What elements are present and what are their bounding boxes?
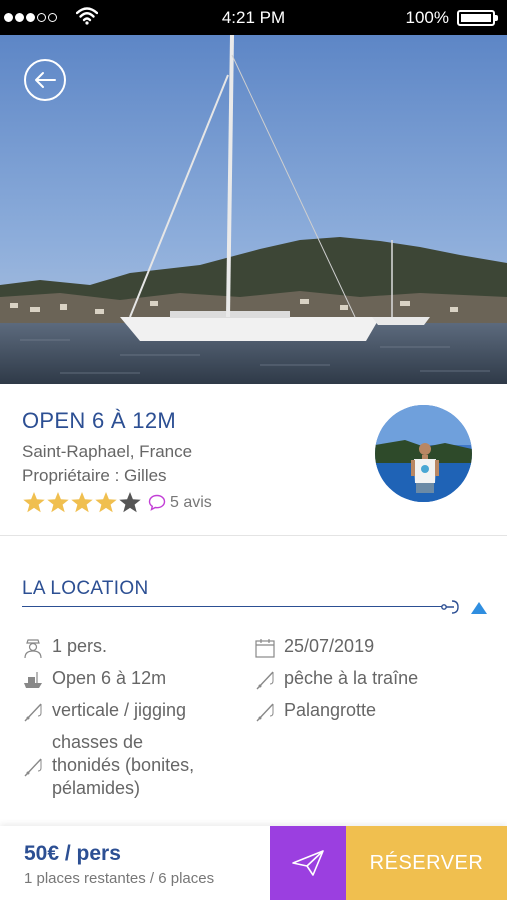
star-filled-icon bbox=[47, 492, 69, 513]
technique-tuna-line1: chasses de bbox=[52, 732, 144, 752]
detail-technique-trolling: pêche à la traîne bbox=[254, 667, 418, 691]
technique-palangrotte: Palangrotte bbox=[284, 700, 377, 720]
battery-icon bbox=[457, 10, 498, 26]
sailboat-photo bbox=[0, 35, 507, 384]
fishing-rod-icon bbox=[256, 703, 274, 722]
date-value: 25/07/2019 bbox=[284, 636, 375, 656]
star-filled-icon bbox=[23, 492, 45, 513]
reserve-button[interactable]: RÉSERVER bbox=[346, 826, 507, 900]
owner-photo bbox=[375, 405, 472, 502]
hero-photo bbox=[0, 35, 507, 384]
detail-technique-jigging: verticale / jigging bbox=[22, 699, 186, 723]
triangle-up-icon bbox=[471, 602, 487, 614]
section-title: LA LOCATION bbox=[22, 578, 149, 599]
detail-persons: 1 pers. bbox=[22, 635, 107, 659]
detail-technique-palangrotte: Palangrotte bbox=[254, 699, 376, 723]
technique-jigging: verticale / jigging bbox=[52, 700, 187, 720]
arrow-left-icon bbox=[35, 72, 56, 88]
back-button[interactable] bbox=[24, 59, 66, 101]
detail-technique-tuna: chasses de thonidés (bonites, pélamides) bbox=[22, 731, 194, 800]
listing-location: Saint-Raphael, France bbox=[22, 442, 193, 461]
status-bar: 4:21 PM 100% bbox=[0, 0, 507, 35]
reviews-link[interactable]: 5 avis bbox=[148, 494, 212, 512]
boat-value: Open 6 à 12m bbox=[52, 668, 167, 688]
star-empty-icon bbox=[119, 492, 141, 513]
reviews-count: 5 avis bbox=[170, 493, 212, 511]
detail-date: 25/07/2019 bbox=[254, 635, 374, 659]
paper-plane-icon bbox=[292, 850, 324, 876]
calendar-icon bbox=[255, 639, 275, 658]
battery-percentage: 100% bbox=[405, 8, 449, 27]
location-section-toggle[interactable]: LA LOCATION bbox=[22, 578, 492, 618]
technique-trolling: pêche à la traîne bbox=[284, 668, 419, 688]
booking-bar: 50€ / pers 1 places restantes / 6 places… bbox=[0, 826, 507, 900]
listing-owner: Propriétaire : Gilles bbox=[22, 466, 167, 485]
sailor-icon bbox=[24, 639, 42, 659]
price-per-person: 50€ / pers bbox=[24, 842, 121, 865]
owner-avatar[interactable] bbox=[375, 405, 472, 502]
technique-tuna-line3: pélamides) bbox=[52, 778, 141, 798]
places-remaining: 1 places restantes / 6 places bbox=[24, 870, 215, 887]
rating-stars: 5 avis bbox=[22, 491, 212, 514]
listing-info: OPEN 6 À 12M Saint-Raphael, France Propr… bbox=[0, 384, 507, 536]
fishing-hook-icon bbox=[441, 600, 459, 614]
speech-bubble-icon bbox=[148, 494, 166, 511]
fishing-rod-icon bbox=[24, 758, 42, 776]
detail-boat: Open 6 à 12m bbox=[22, 667, 166, 691]
persons-value: 1 pers. bbox=[52, 636, 108, 656]
fishing-rod-icon bbox=[256, 671, 274, 690]
fishing-rod-icon bbox=[24, 703, 42, 722]
star-filled-icon bbox=[71, 492, 93, 513]
listing-title: OPEN 6 À 12M bbox=[22, 408, 176, 433]
send-message-button[interactable] bbox=[270, 826, 346, 900]
boat-icon bbox=[24, 672, 42, 688]
section-divider bbox=[22, 606, 442, 607]
technique-tuna-line2: thonidés (bonites, bbox=[52, 755, 195, 775]
star-filled-icon bbox=[95, 492, 117, 513]
